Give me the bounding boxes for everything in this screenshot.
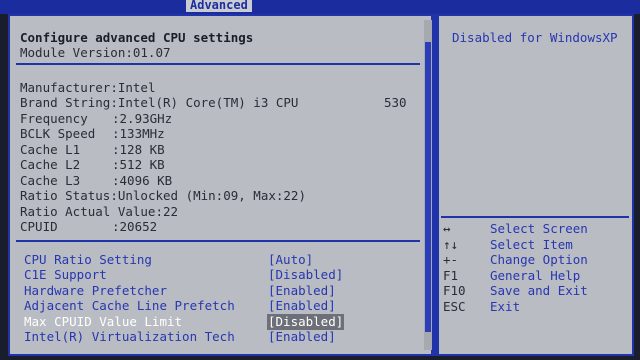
info-cache-l2-value: :512 KB xyxy=(112,157,165,172)
info-cache-l2-label: Cache L2 xyxy=(20,157,81,172)
scrollbar-thumb[interactable] xyxy=(425,42,431,332)
info-ratio-actual: Ratio Actual Value:22 xyxy=(20,204,179,219)
info-cache-l1-value: :128 KB xyxy=(112,142,165,157)
key-change-option-action: Change Option xyxy=(490,252,588,267)
option-c1e-value[interactable]: [Disabled] xyxy=(268,267,343,283)
option-cpu-ratio-label[interactable]: CPU Ratio Setting xyxy=(24,252,152,268)
key-select-screen: ↔ xyxy=(443,221,451,236)
info-cpuid-label: CPUID xyxy=(20,219,58,234)
option-cpu-ratio-value[interactable]: [Auto] xyxy=(268,252,313,268)
key-exit-action: Exit xyxy=(490,299,521,314)
key-exit: ESC xyxy=(443,299,466,314)
page-title: Configure advanced CPU settings xyxy=(20,30,254,45)
header-separator xyxy=(16,63,420,65)
option-max-cpuid-label[interactable]: Max CPUID Value Limit xyxy=(24,314,182,330)
option-virtualization-label[interactable]: Intel(R) Virtualization Tech xyxy=(24,329,235,345)
info-brand-model: 530 xyxy=(384,95,407,110)
info-manufacturer: Manufacturer:Intel xyxy=(20,80,156,95)
info-bclk-label: BCLK Speed xyxy=(20,126,96,141)
option-adjacent-cache-value[interactable]: [Enabled] xyxy=(268,298,336,314)
option-c1e-label[interactable]: C1E Support xyxy=(24,267,107,283)
help-separator xyxy=(441,216,629,218)
key-select-item: ↑↓ xyxy=(443,237,459,252)
panel-divider xyxy=(431,14,439,356)
menu-bar: Advanced xyxy=(0,0,640,14)
key-change-option: +- xyxy=(443,252,459,267)
info-bclk-value: :133MHz xyxy=(112,126,165,141)
info-frequency-label: Frequency xyxy=(20,111,88,126)
option-adjacent-cache-label[interactable]: Adjacent Cache Line Prefetch xyxy=(24,298,235,314)
key-save-exit-action: Save and Exit xyxy=(490,283,588,298)
option-hw-prefetcher-label[interactable]: Hardware Prefetcher xyxy=(24,283,167,299)
key-general-help: F1 xyxy=(443,268,459,283)
info-cpuid-value: :20652 xyxy=(112,219,158,234)
info-cache-l3-label: Cache L3 xyxy=(20,173,81,188)
option-virtualization-value[interactable]: [Enabled] xyxy=(268,329,336,345)
option-max-cpuid-value[interactable]: [Disabled] xyxy=(267,314,345,330)
help-text: Disabled for WindowsXP xyxy=(452,30,618,45)
module-version: Module Version:01.07 xyxy=(20,45,171,60)
key-select-screen-action: Select Screen xyxy=(490,221,588,236)
info-ratio-status: Ratio Status:Unlocked (Min:09, Max:22) xyxy=(20,188,306,203)
tab-advanced[interactable]: Advanced xyxy=(186,0,252,12)
info-cache-l1-label: Cache L1 xyxy=(20,142,81,157)
option-hw-prefetcher-value[interactable]: [Enabled] xyxy=(268,283,336,299)
info-cache-l3-value: :4096 KB xyxy=(112,173,173,188)
info-brand-string: Brand String:Intel(R) Core(TM) i3 CPU xyxy=(20,95,299,110)
key-save-exit: F10 xyxy=(443,283,466,298)
options-separator xyxy=(16,240,420,242)
info-frequency-value: :2.93GHz xyxy=(112,111,173,126)
key-select-item-action: Select Item xyxy=(490,237,573,252)
key-general-help-action: General Help xyxy=(490,268,581,283)
